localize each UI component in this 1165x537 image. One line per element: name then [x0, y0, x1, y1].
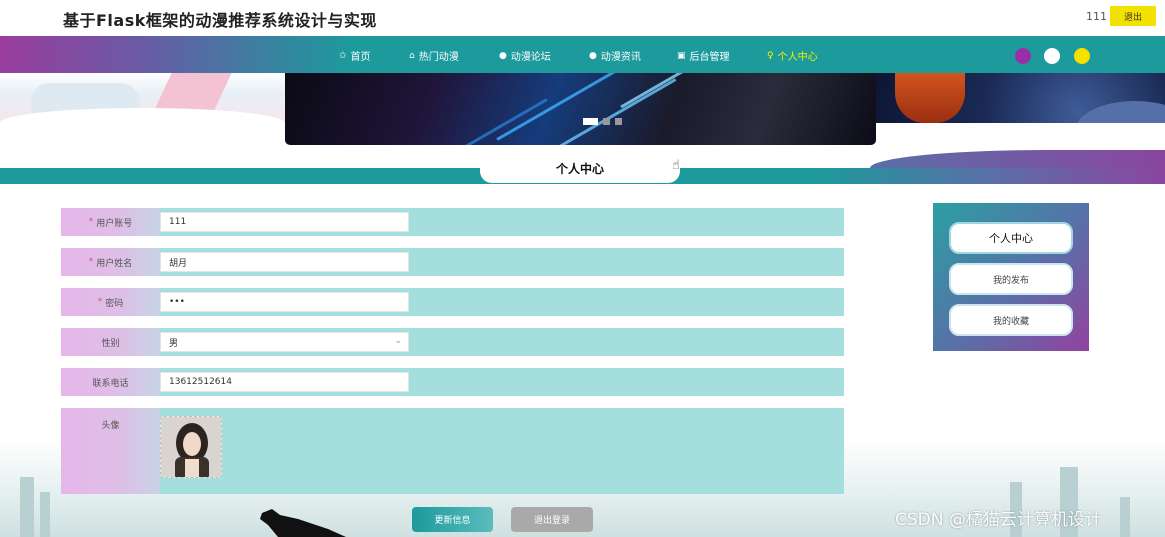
main-nav: ✩ 首页 ⌂ 热门动漫 ● 动漫论坛 ● 动漫资讯 ▣ 后台管理 ♀ 个人中心: [0, 36, 1165, 73]
name-input[interactable]: 胡月: [160, 252, 409, 272]
name-label: * 用户姓名: [61, 248, 160, 276]
nav-item-label: 动漫资讯: [600, 52, 641, 63]
avatar-upload[interactable]: [160, 416, 222, 478]
username-label: 111: [1086, 10, 1107, 23]
gender-value: 男: [169, 338, 179, 349]
nav-item-forum[interactable]: ● 动漫论坛: [499, 48, 551, 64]
phone-label: 联系电话: [61, 368, 160, 396]
nav-item-personal-center[interactable]: ♀ 个人中心: [767, 48, 818, 64]
password-label: * 密码: [61, 288, 160, 316]
site-title: 基于Flask框架的动漫推荐系统设计与实现: [63, 11, 377, 30]
theme-white-button[interactable]: [1044, 48, 1060, 64]
carousel-dot-2[interactable]: [603, 118, 610, 125]
hand-cursor-icon: ☝: [672, 158, 680, 173]
nav-item-label: 动漫论坛: [510, 52, 551, 63]
admin-icon: ▣: [677, 50, 686, 61]
gender-label: 性别: [61, 328, 160, 356]
nav-item-label: 热门动漫: [418, 52, 459, 63]
nav-item-hot-anime[interactable]: ⌂ 热门动漫: [409, 48, 459, 64]
logout-button[interactable]: 退出: [1110, 6, 1156, 26]
update-info-button[interactable]: 更新信息: [412, 507, 493, 532]
sidebar-item-my-favorites[interactable]: 我的收藏: [949, 304, 1073, 336]
page-title: 个人中心: [555, 162, 604, 176]
news-icon: ●: [589, 50, 597, 61]
form-row-account: * 用户账号 111: [61, 208, 844, 236]
carousel-dot-1[interactable]: [583, 118, 598, 125]
chevron-down-icon: ⌄: [394, 336, 402, 346]
forum-icon: ●: [499, 50, 507, 61]
personal-sidebar: 个人中心 我的发布 我的收藏: [933, 203, 1089, 351]
logout-account-button[interactable]: 退出登录: [511, 507, 593, 532]
watermark: CSDN @橘猫云计算机设计: [895, 510, 1102, 530]
account-input[interactable]: 111: [160, 212, 409, 232]
sidebar-item-personal-center[interactable]: 个人中心: [949, 222, 1073, 254]
nav-item-admin[interactable]: ▣ 后台管理: [677, 48, 730, 64]
form-row-gender: 性别 男 ⌄: [61, 328, 844, 356]
banner-carousel[interactable]: [285, 73, 876, 145]
form-row-avatar: 头像: [61, 408, 844, 494]
form-row-name: * 用户姓名 胡月: [61, 248, 844, 276]
home-icon: ⌂: [409, 50, 415, 61]
account-label: * 用户账号: [61, 208, 160, 236]
sidebar-item-my-posts[interactable]: 我的发布: [949, 263, 1073, 295]
form-row-password: * 密码 •••: [61, 288, 844, 316]
avatar-label: 头像: [61, 408, 160, 494]
top-header: 基于Flask框架的动漫推荐系统设计与实现 111 退出: [0, 0, 1165, 36]
nav-item-news[interactable]: ● 动漫资讯: [589, 48, 641, 64]
nav-item-label: 首页: [350, 52, 371, 63]
avatar-image: [161, 417, 221, 477]
star-icon: ✩: [339, 50, 347, 61]
banner-bg-left: [0, 73, 285, 123]
gender-select[interactable]: 男 ⌄: [160, 332, 409, 352]
password-input[interactable]: •••: [160, 292, 409, 312]
nav-item-label: 后台管理: [689, 52, 730, 63]
character-silhouette: [260, 509, 346, 537]
nav-item-home[interactable]: ✩ 首页: [339, 48, 371, 64]
banner-bg-right: [875, 73, 1165, 123]
theme-purple-button[interactable]: [1015, 48, 1031, 64]
nav-item-label: 个人中心: [777, 52, 818, 63]
form-row-phone: 联系电话 13612512614: [61, 368, 844, 396]
theme-yellow-button[interactable]: [1074, 48, 1090, 64]
phone-input[interactable]: 13612512614: [160, 372, 409, 392]
carousel-dot-3[interactable]: [615, 118, 622, 125]
user-icon: ♀: [767, 50, 774, 61]
